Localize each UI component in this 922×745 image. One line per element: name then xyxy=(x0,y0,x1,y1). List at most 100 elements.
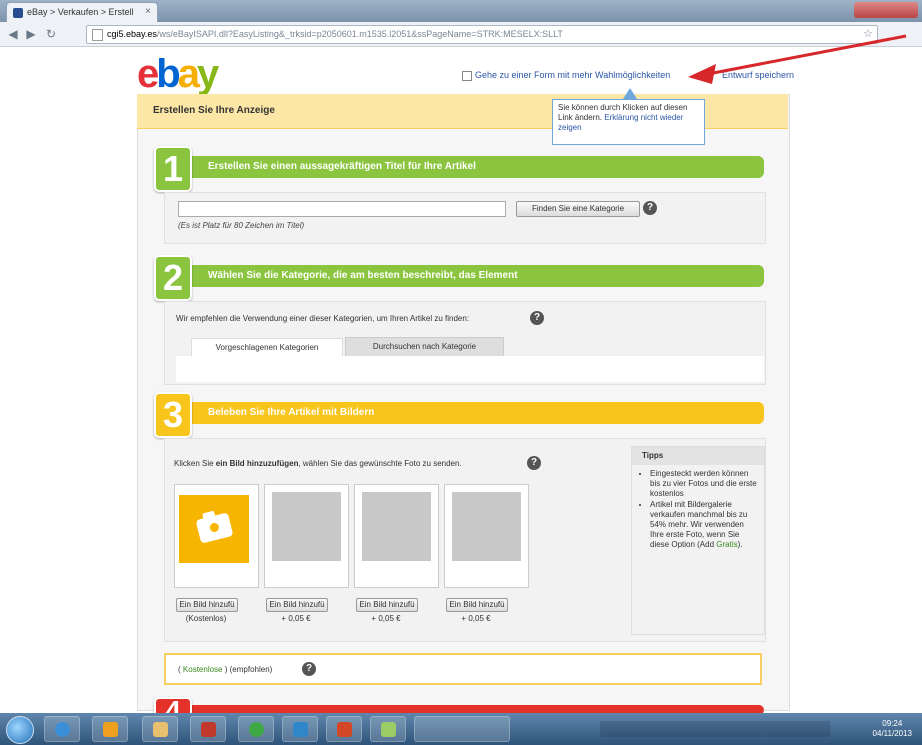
windows-start-icon[interactable] xyxy=(6,716,34,744)
step3-number-badge: 3 xyxy=(154,392,192,438)
add-photo-button-2[interactable]: Ein Bild hinzufü xyxy=(266,598,328,612)
tooltip-pointer xyxy=(623,88,637,99)
taskbar-app-button[interactable] xyxy=(190,716,226,742)
step2-banner: Wählen Sie die Kategorie, die am besten … xyxy=(158,265,764,287)
back-icon[interactable]: ◀ xyxy=(6,27,20,41)
clock-date: 04/11/2013 xyxy=(872,729,912,738)
taskbar-clock[interactable]: 09:24 04/11/2013 xyxy=(873,719,912,739)
gallery-help-icon[interactable]: ? xyxy=(302,662,316,676)
step3-banner: Beleben Sie Ihre Artikel mit Bildern xyxy=(158,402,764,424)
logo-letter-y: y xyxy=(196,52,219,96)
photo-price-2: + 0,05 € xyxy=(281,614,311,623)
lync-icon xyxy=(293,722,308,737)
browser-tab-title: eBay > Verkaufen > Erstell xyxy=(27,7,134,17)
photo-placeholder xyxy=(362,492,431,561)
window-controls[interactable] xyxy=(854,2,918,18)
outlook-icon xyxy=(103,722,118,737)
tips-panel: Tipps Eingesteckt werden können bis zu v… xyxy=(631,446,765,635)
photo-price-3: + 0,05 € xyxy=(371,614,401,623)
step1-help-icon[interactable]: ? xyxy=(643,201,657,215)
logo-letter-a: a xyxy=(177,52,200,96)
step3-help-icon[interactable]: ? xyxy=(527,456,541,470)
system-tray[interactable] xyxy=(600,721,830,737)
browser-toolbar: ◀ ▶ ↻ cgi5.ebay.es/ws/eBayISAPI.dll?Easy… xyxy=(0,22,922,47)
tip-item-close: ). xyxy=(737,540,743,549)
chrome-icon xyxy=(249,722,264,737)
photo-slot-3[interactable] xyxy=(354,484,439,588)
save-draft-link[interactable]: Entwurf speichern xyxy=(722,70,794,80)
category-intro: Wir empfehlen die Verwendung einer diese… xyxy=(176,314,470,323)
photo-intro-post: , wählen Sie das gewünschte Foto zu send… xyxy=(298,459,462,468)
taskbar-explorer-button[interactable] xyxy=(142,716,178,742)
folder-icon xyxy=(153,722,168,737)
reload-icon[interactable]: ↻ xyxy=(44,27,58,41)
browser-tab[interactable]: eBay > Verkaufen > Erstell × xyxy=(6,2,158,23)
photo-slot-2[interactable] xyxy=(264,484,349,588)
photo-price-4: + 0,05 € xyxy=(461,614,491,623)
tips-title: Tipps xyxy=(642,451,664,460)
page-title: Erstellen Sie Ihre Anzeige xyxy=(153,105,275,116)
photo-intro-pre: Klicken Sie xyxy=(174,459,216,468)
find-category-button[interactable]: Finden Sie eine Kategorie xyxy=(516,201,640,217)
photo-price-1: (Kostenlos) xyxy=(185,614,227,623)
taskbar-ie-button[interactable] xyxy=(44,716,80,742)
logo-letter-b: b xyxy=(156,52,181,96)
switch-form-link-label: Gehe zu einer Form mit mehr Wahlmöglichk… xyxy=(475,70,671,80)
title-length-note: (Es ist Platz für 80 Zeichen im Titel) xyxy=(178,221,305,230)
taskbar-paint-button[interactable] xyxy=(370,716,406,742)
tips-list: Eingesteckt werden können bis zu vier Fo… xyxy=(638,469,758,551)
forward-icon[interactable]: ▶ xyxy=(24,27,38,41)
taskbar-window-button[interactable] xyxy=(414,716,510,742)
photo-slot-4[interactable] xyxy=(444,484,529,588)
gallery-recommended-label: (empfohlen) xyxy=(229,665,273,674)
tab-browse-categories[interactable]: Durchsuchen nach Kategorie xyxy=(345,337,504,357)
bookmark-star-icon[interactable]: ☆ xyxy=(863,27,873,40)
photo-intro: Klicken Sie ein Bild hinzuzufügen, wähle… xyxy=(174,459,462,468)
powerpoint-icon xyxy=(337,722,352,737)
tip-gratis-label: Gratis xyxy=(716,540,738,549)
tips-header: Tipps xyxy=(632,447,764,465)
tip-item: Artikel mit Bildergalerie verkaufen manc… xyxy=(650,500,758,550)
category-tab-content xyxy=(176,356,764,382)
add-photo-button-3[interactable]: Ein Bild hinzufü xyxy=(356,598,418,612)
step2-help-icon[interactable]: ? xyxy=(530,311,544,325)
ebay-logo[interactable]: ebay xyxy=(137,52,219,97)
url-host: cgi5.ebay.es xyxy=(107,29,157,39)
add-photo-button-1[interactable]: Ein Bild hinzufü xyxy=(176,598,238,612)
address-bar[interactable]: cgi5.ebay.es/ws/eBayISAPI.dll?EasyListin… xyxy=(86,25,878,44)
camera-icon xyxy=(179,495,249,563)
photo-placeholder xyxy=(272,492,341,561)
step1-heading: Erstellen Sie einen aussagekräftigen Tit… xyxy=(208,161,476,172)
tab-suggested-categories[interactable]: Vorgeschlagenen Kategorien xyxy=(191,338,343,357)
photo-slot-1[interactable] xyxy=(174,484,259,588)
logo-letter-e: e xyxy=(137,52,159,96)
add-photo-button-4[interactable]: Ein Bild hinzufü xyxy=(446,598,508,612)
windows-taskbar: 09:24 04/11/2013 xyxy=(0,713,922,745)
help-tooltip: Sie können durch Klicken auf diesen Link… xyxy=(552,99,705,145)
page-icon xyxy=(92,29,103,41)
step1-banner: Erstellen Sie einen aussagekräftigen Tit… xyxy=(158,156,764,178)
paint-icon xyxy=(381,722,396,737)
gallery-option: ( Kostenlose ) (empfohlen) xyxy=(178,665,273,674)
step3-heading: Beleben Sie Ihre Artikel mit Bildern xyxy=(208,407,375,418)
close-tab-icon[interactable]: × xyxy=(145,6,151,17)
clock-time: 09:24 xyxy=(882,719,903,728)
browser-tabstrip: eBay > Verkaufen > Erstell × xyxy=(0,0,922,23)
taskbar-outlook-button[interactable] xyxy=(92,716,128,742)
taskbar-chrome-button[interactable] xyxy=(238,716,274,742)
form-switch-icon xyxy=(462,70,472,81)
step1-number-badge: 1 xyxy=(154,146,192,192)
app-icon xyxy=(201,722,216,737)
url-path: /ws/eBayISAPI.dll?EasyListing&_trksid=p2… xyxy=(156,29,563,39)
gallery-free-link[interactable]: Kostenlose xyxy=(183,665,223,674)
ie-icon xyxy=(55,722,70,737)
switch-form-link[interactable]: Gehe zu einer Form mit mehr Wahlmöglichk… xyxy=(462,70,670,81)
tip-item: Eingesteckt werden können bis zu vier Fo… xyxy=(650,469,758,499)
item-title-input[interactable] xyxy=(178,201,506,217)
taskbar-lync-button[interactable] xyxy=(282,716,318,742)
photo-intro-bold: ein Bild hinzuzufügen xyxy=(215,459,299,468)
gallery-option-box: ( Kostenlose ) (empfohlen) ? xyxy=(164,653,762,685)
step2-number-badge: 2 xyxy=(154,255,192,301)
ebay-favicon-icon xyxy=(13,8,23,18)
taskbar-powerpoint-button[interactable] xyxy=(326,716,362,742)
